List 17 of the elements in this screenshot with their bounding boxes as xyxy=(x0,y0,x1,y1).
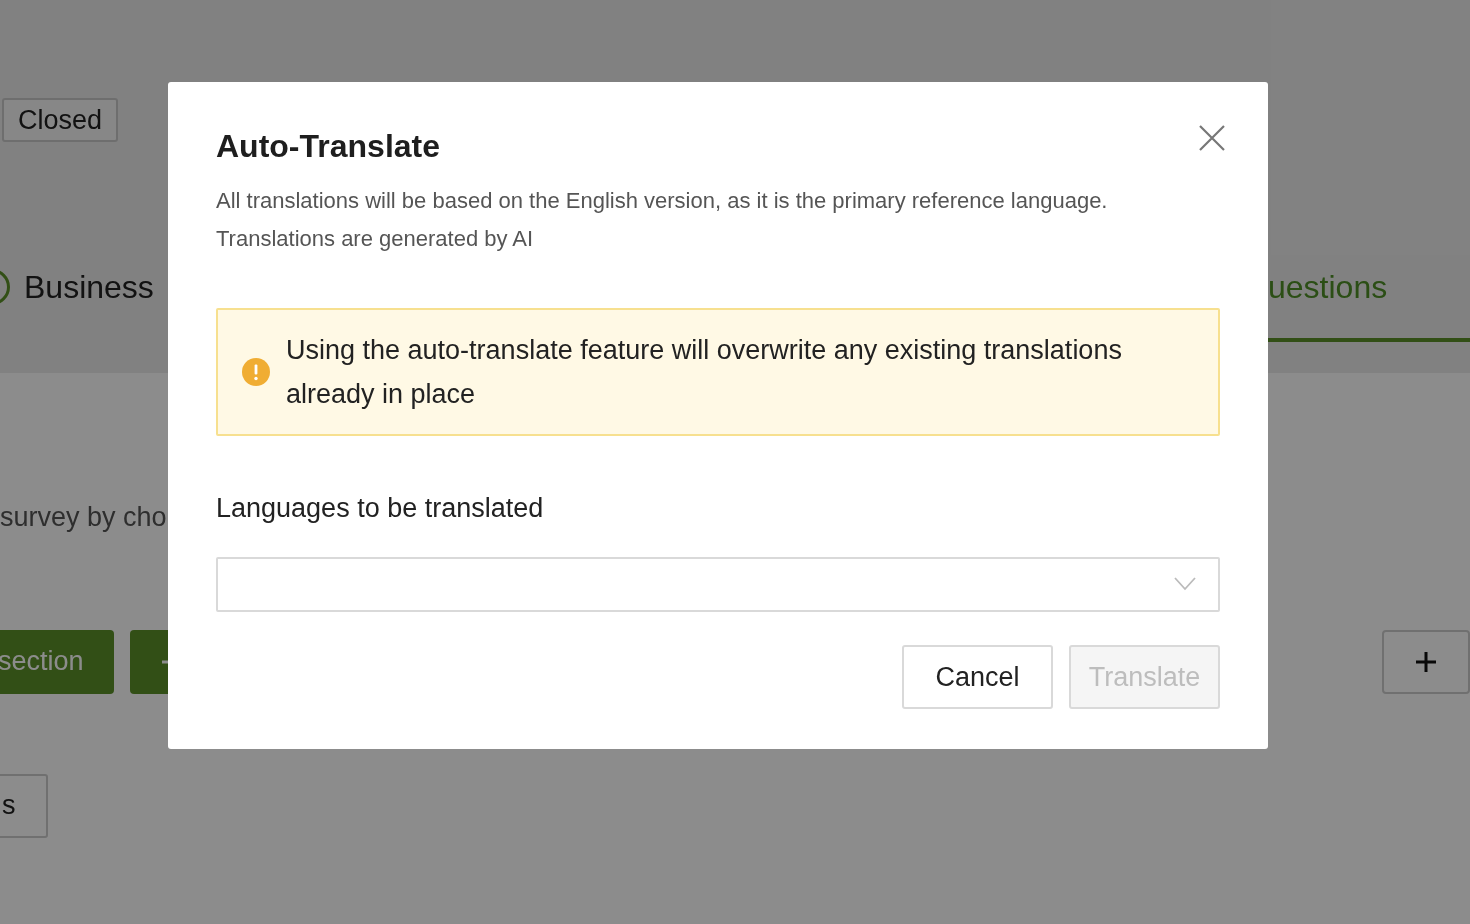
close-icon xyxy=(1198,124,1226,152)
secondary-button[interactable]: s xyxy=(0,773,48,838)
warning-icon xyxy=(242,358,270,386)
description-text: All translations will be based on the English version, as it is the primary reference language. xyxy=(216,187,1109,215)
tab[interactable]: Business xyxy=(24,263,154,311)
intro-text: survey by cho xyxy=(0,501,167,534)
description-text: Translations are generated by AI xyxy=(216,225,535,253)
plus-icon xyxy=(1414,649,1438,674)
status-badge: Closed xyxy=(2,98,119,142)
dialog-button[interactable]: Cancel xyxy=(902,645,1053,709)
field-label: Languages to be translated xyxy=(216,492,545,525)
dialog-title: Auto-Translate xyxy=(216,127,441,166)
add-button[interactable] xyxy=(1382,629,1470,694)
chevron-down-icon xyxy=(1174,577,1196,592)
language-select[interactable] xyxy=(216,556,1220,612)
close-button[interactable] xyxy=(1198,124,1226,152)
warning-text: Using the auto-translate feature will overwrite any existing translations already in place xyxy=(286,334,1123,411)
